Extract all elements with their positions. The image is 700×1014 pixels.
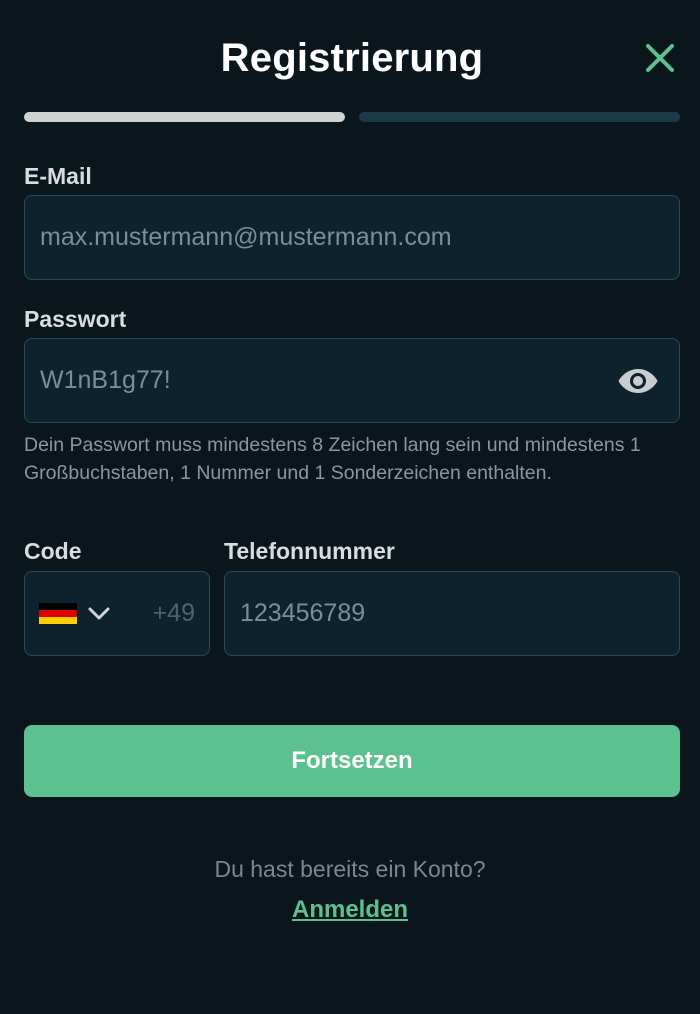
dial-code: +49 xyxy=(152,599,195,627)
email-field[interactable] xyxy=(40,223,664,252)
phone-field-wrapper xyxy=(224,571,680,656)
continue-button[interactable]: Fortsetzen xyxy=(24,725,680,797)
password-label: Passwort xyxy=(24,306,127,332)
step-progress xyxy=(24,112,680,122)
phone-label-wrapper: Telefonnummer xyxy=(224,538,395,565)
country-code-select[interactable]: +49 xyxy=(24,571,210,656)
chevron-down-icon xyxy=(88,607,110,619)
password-hint-wrapper: Dein Passwort muss mindestens 8 Zeichen … xyxy=(24,431,680,487)
progress-step-1 xyxy=(24,112,345,122)
email-field-wrapper xyxy=(24,195,680,280)
password-field-wrapper xyxy=(24,338,680,423)
email-label: E-Mail xyxy=(24,163,92,189)
existing-account-text: Du hast bereits ein Konto? xyxy=(214,856,486,882)
germany-flag-icon xyxy=(39,602,77,625)
toggle-password-visibility-button[interactable] xyxy=(617,366,659,396)
email-group: E-Mail xyxy=(24,163,92,190)
close-button[interactable] xyxy=(640,38,680,78)
page-title: Registrierung xyxy=(220,36,484,80)
login-link[interactable]: Anmelden xyxy=(0,896,700,924)
phone-number-label: Telefonnummer xyxy=(224,538,395,564)
password-hint: Dein Passwort muss mindestens 8 Zeichen … xyxy=(24,434,641,484)
close-icon xyxy=(646,44,674,72)
registration-dialog: Registrierung E-Mail Passwort xyxy=(0,0,700,1014)
dialog-header: Registrierung xyxy=(24,0,680,110)
progress-step-2 xyxy=(359,112,680,122)
password-field[interactable] xyxy=(40,366,617,395)
eye-icon xyxy=(618,368,658,393)
password-group: Passwort xyxy=(24,306,126,333)
code-label: Code xyxy=(24,538,82,564)
code-label-wrapper: Code xyxy=(24,538,82,565)
phone-number-field[interactable] xyxy=(240,599,664,628)
